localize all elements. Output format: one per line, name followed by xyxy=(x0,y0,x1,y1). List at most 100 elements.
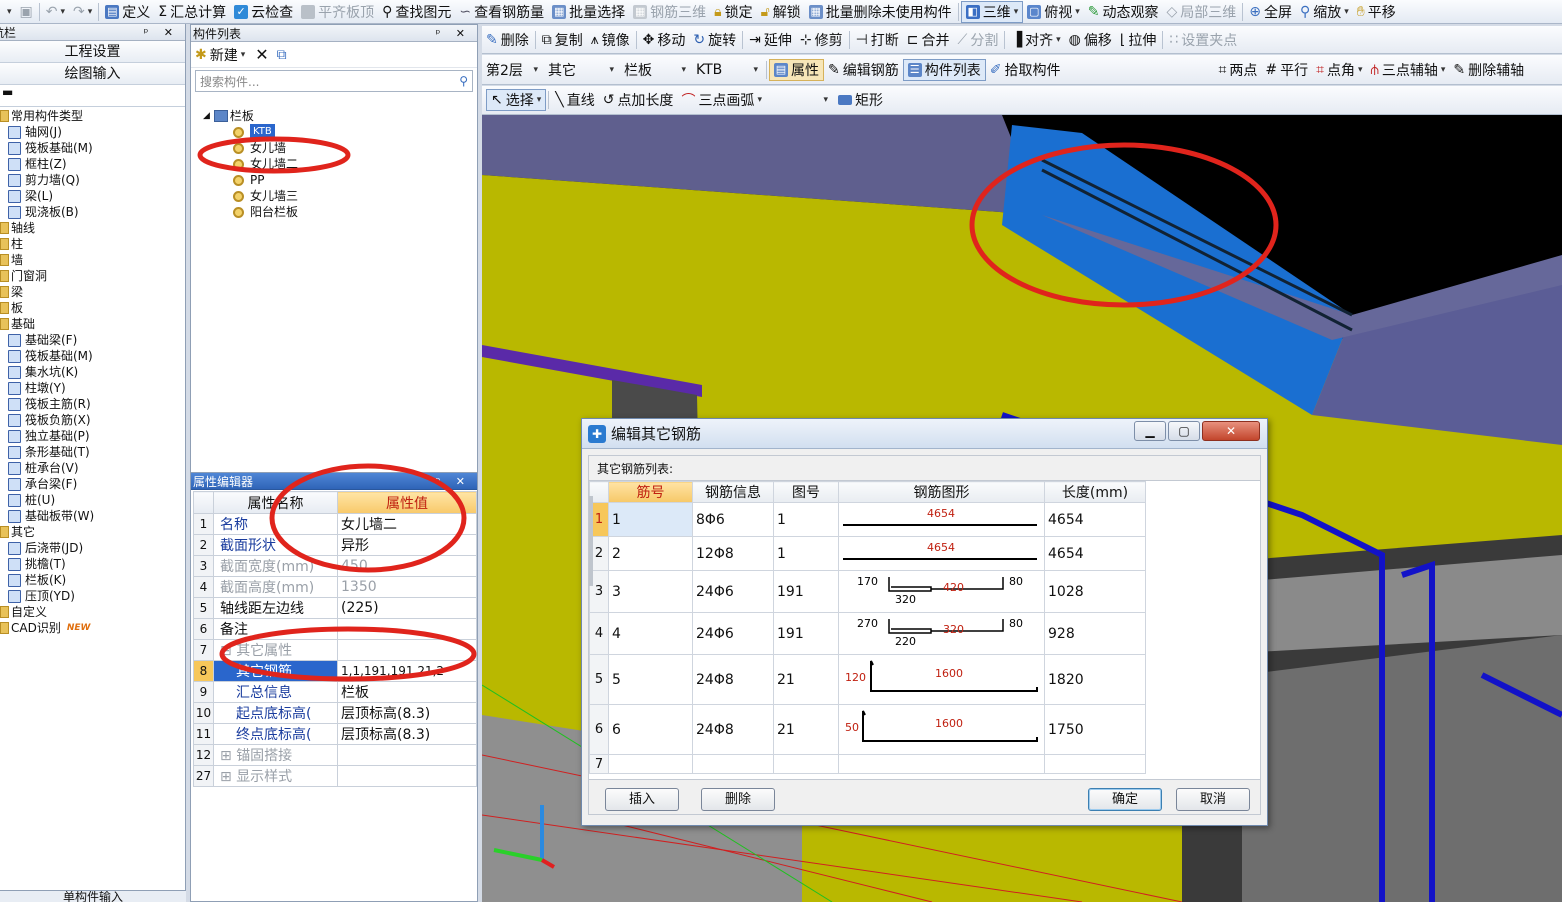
summary-calc-button[interactable]: Σ 汇总计算 xyxy=(154,1,230,23)
component-item[interactable]: 女儿墙 xyxy=(191,140,477,156)
minimize-button[interactable]: ▁ xyxy=(1134,421,1166,441)
rebar-shape-cell[interactable]: 50 1600 xyxy=(838,704,1045,755)
rotate-button[interactable]: ↻ 旋转 xyxy=(689,29,740,51)
zoom-dropdown[interactable]: ⚲ 缩放 ▾ xyxy=(1296,1,1353,23)
redo-icon[interactable]: ↷ ▾ xyxy=(69,1,96,23)
rebar-shape-cell[interactable]: 170 320 420 80 xyxy=(838,570,1045,613)
nav-tree-item[interactable]: 基础 xyxy=(0,316,185,332)
toolbar-menu-caret[interactable]: ▾ xyxy=(0,1,16,23)
type-select[interactable]: 栏板 ▾ xyxy=(620,59,692,81)
line-tool-button[interactable]: ╲ 直线 xyxy=(551,89,598,111)
insert-button[interactable]: 插入 xyxy=(605,788,679,811)
define-button[interactable]: ▤ 定义 xyxy=(101,1,154,23)
nav-tree-item[interactable]: 桩(U) xyxy=(0,492,185,508)
nav-tree-item[interactable]: 桩承台(V) xyxy=(0,460,185,476)
property-row[interactable]: 2 截面形状 异形 xyxy=(193,534,477,556)
property-row[interactable]: 1 名称 女儿墙二 xyxy=(193,513,477,535)
align-slab-top-button[interactable]: 平齐板顶 xyxy=(297,1,378,23)
point-length-tool-button[interactable]: ↺ 点加长度 xyxy=(599,89,678,111)
copy-button[interactable]: ⧉ 复制 xyxy=(538,29,587,51)
batch-select-button[interactable]: ▦ 批量选择 xyxy=(548,1,629,23)
set-grip-button[interactable]: ∷ 设置夹点 xyxy=(1165,29,1241,51)
collapse-triangle-icon[interactable]: ◢ xyxy=(203,108,210,124)
rebar-row[interactable]: 4 4 24Φ6 191 270 220 320 80 928 xyxy=(589,612,1146,655)
new-component-button[interactable]: ✱ 新建 ▾ xyxy=(195,45,245,65)
point-angle-axis-dropdown[interactable]: ⌗ 点角 ▾ xyxy=(1312,59,1366,81)
three-point-arc-dropdown[interactable]: ⌒ 三点画弧 ▾ xyxy=(677,89,766,111)
expand-icon[interactable]: ⊞ xyxy=(220,769,236,785)
nav-tree-item[interactable]: 柱墩(Y) xyxy=(0,380,185,396)
properties-toggle[interactable]: ▤ 属性 xyxy=(769,58,824,81)
property-row[interactable]: 9 汇总信息 栏板 xyxy=(193,681,477,703)
single-component-input-tab[interactable]: 单构件输入 xyxy=(0,890,186,902)
pan-dropdown[interactable]: ✋︎ 平移 xyxy=(1353,1,1400,23)
close-button[interactable]: ✕ xyxy=(1202,421,1260,441)
view-rebar-button[interactable]: ∽ 查看钢筋量 xyxy=(455,1,548,23)
nav-tree-item[interactable]: 轴网(J) xyxy=(0,124,185,140)
delete-row-button[interactable]: 删除 xyxy=(701,788,775,811)
nav-tree-item[interactable]: CAD识别 NEW xyxy=(0,620,185,636)
merge-button[interactable]: ⊏ 合并 xyxy=(903,29,954,51)
delete-component-icon[interactable]: ✕ xyxy=(255,45,268,64)
lock-button[interactable]: 🔒︎ 锁定 xyxy=(710,1,756,23)
three-point-axis-dropdown[interactable]: ⫛ 三点辅轴 ▾ xyxy=(1367,59,1450,81)
nav-tree-item[interactable]: 基础梁(F) xyxy=(0,332,185,348)
nav-tree-item[interactable]: 承台梁(F) xyxy=(0,476,185,492)
component-list-toggle[interactable]: ☰ 构件列表 xyxy=(902,58,986,81)
maximize-button[interactable]: ▢ xyxy=(1168,421,1200,441)
top-view-dropdown[interactable]: ▢ 俯视 ▾ xyxy=(1023,1,1084,23)
undo-icon[interactable]: ↶ ▾ xyxy=(42,1,69,23)
component-tree-root[interactable]: ◢ 栏板 xyxy=(191,108,477,124)
rebar-row[interactable]: 5 5 24Φ8 21 120 1600 1820 xyxy=(589,654,1146,705)
component-item[interactable]: KTB xyxy=(191,124,477,140)
mirror-button[interactable]: ⩚ 镜像 xyxy=(587,29,634,51)
rectangle-tool-button[interactable]: 矩形 xyxy=(834,89,887,111)
component-search-box[interactable]: 搜索构件... ⚲ xyxy=(195,70,473,92)
arc-option-select[interactable]: ▾ xyxy=(766,89,834,111)
nav-tree-item[interactable]: 独立基础(P) xyxy=(0,428,185,444)
nav-tree-item[interactable]: 现浇板(B) xyxy=(0,204,185,220)
table-scrollbar[interactable] xyxy=(589,496,593,586)
rebar-shape-cell[interactable]: 120 1600 xyxy=(838,654,1045,705)
nav-tree-item[interactable]: 门窗洞 xyxy=(0,268,185,284)
property-row[interactable]: 3 截面宽度(mm) 450 xyxy=(193,555,477,577)
extend-button[interactable]: ⇥ 延伸 xyxy=(745,29,796,51)
rebar-shape-cell[interactable]: 4654 xyxy=(838,502,1045,537)
rebar-row[interactable]: 6 6 24Φ8 21 50 1600 1750 xyxy=(589,704,1146,755)
property-row[interactable]: 8 其它钢筋 1,1,191,191,21,2 xyxy=(193,660,477,682)
component-search-input[interactable]: 搜索构件... xyxy=(200,73,259,90)
fullscreen-button[interactable]: ⊕ 全屏 xyxy=(1245,1,1296,23)
nav-tree-item[interactable]: 挑檐(T) xyxy=(0,556,185,572)
property-row[interactable]: 5 轴线距左边线 (225) xyxy=(193,597,477,619)
batch-delete-unused-button[interactable]: ▦ 批量删除未使用构件 xyxy=(805,1,956,23)
nav-tree-item[interactable]: 筏板主筋(R) xyxy=(0,396,185,412)
nav-collapse-handle[interactable]: ▬ xyxy=(0,85,185,107)
property-row[interactable]: 11 终点底标高(层顶标高(8.3) xyxy=(193,723,477,745)
nav-tree-item[interactable]: 筏板基础(M) xyxy=(0,140,185,156)
nav-tree-item[interactable]: 柱 xyxy=(0,236,185,252)
nav-tree-item[interactable]: 栏板(K) xyxy=(0,572,185,588)
offset-button[interactable]: ◍ 偏移 xyxy=(1065,29,1116,51)
delete-button[interactable]: ✎ 删除 xyxy=(482,29,533,51)
rebar-shape-cell[interactable]: 4654 xyxy=(838,536,1045,571)
search-icon[interactable]: ⚲ xyxy=(459,74,468,88)
nav-tree-item[interactable]: 条形基础(T) xyxy=(0,444,185,460)
component-item[interactable]: PP xyxy=(191,172,477,188)
local-3d-button[interactable]: ◇ 局部三维 xyxy=(1162,1,1240,23)
nav-tree-item[interactable]: 压顶(YD) xyxy=(0,588,185,604)
property-row[interactable]: 27 ⊞ 显示样式 xyxy=(193,765,477,787)
nav-tree-item[interactable]: 筏板基础(M) xyxy=(0,348,185,364)
nav-tree-item[interactable]: 剪力墙(Q) xyxy=(0,172,185,188)
component-select[interactable]: KTB ▾ xyxy=(692,59,764,81)
unlock-button[interactable]: 🔓︎ 解锁 xyxy=(757,1,805,23)
view-3d-dropdown[interactable]: ◧ 三维 ▾ xyxy=(960,0,1024,23)
component-item[interactable]: 女儿墙二 xyxy=(191,156,477,172)
project-settings-button[interactable]: 工程设置 xyxy=(0,41,185,63)
expand-icon[interactable]: ⊞ xyxy=(220,748,236,764)
nav-tree-item[interactable]: 板 xyxy=(0,300,185,316)
ok-button[interactable]: 确定 xyxy=(1088,788,1162,811)
property-editor-pin-close[interactable]: ᵖ ✕ xyxy=(436,475,471,488)
nav-tree-item[interactable]: 梁 xyxy=(0,284,185,300)
save-icon[interactable]: ▣ xyxy=(16,1,37,23)
nav-tree-item[interactable]: 墙 xyxy=(0,252,185,268)
